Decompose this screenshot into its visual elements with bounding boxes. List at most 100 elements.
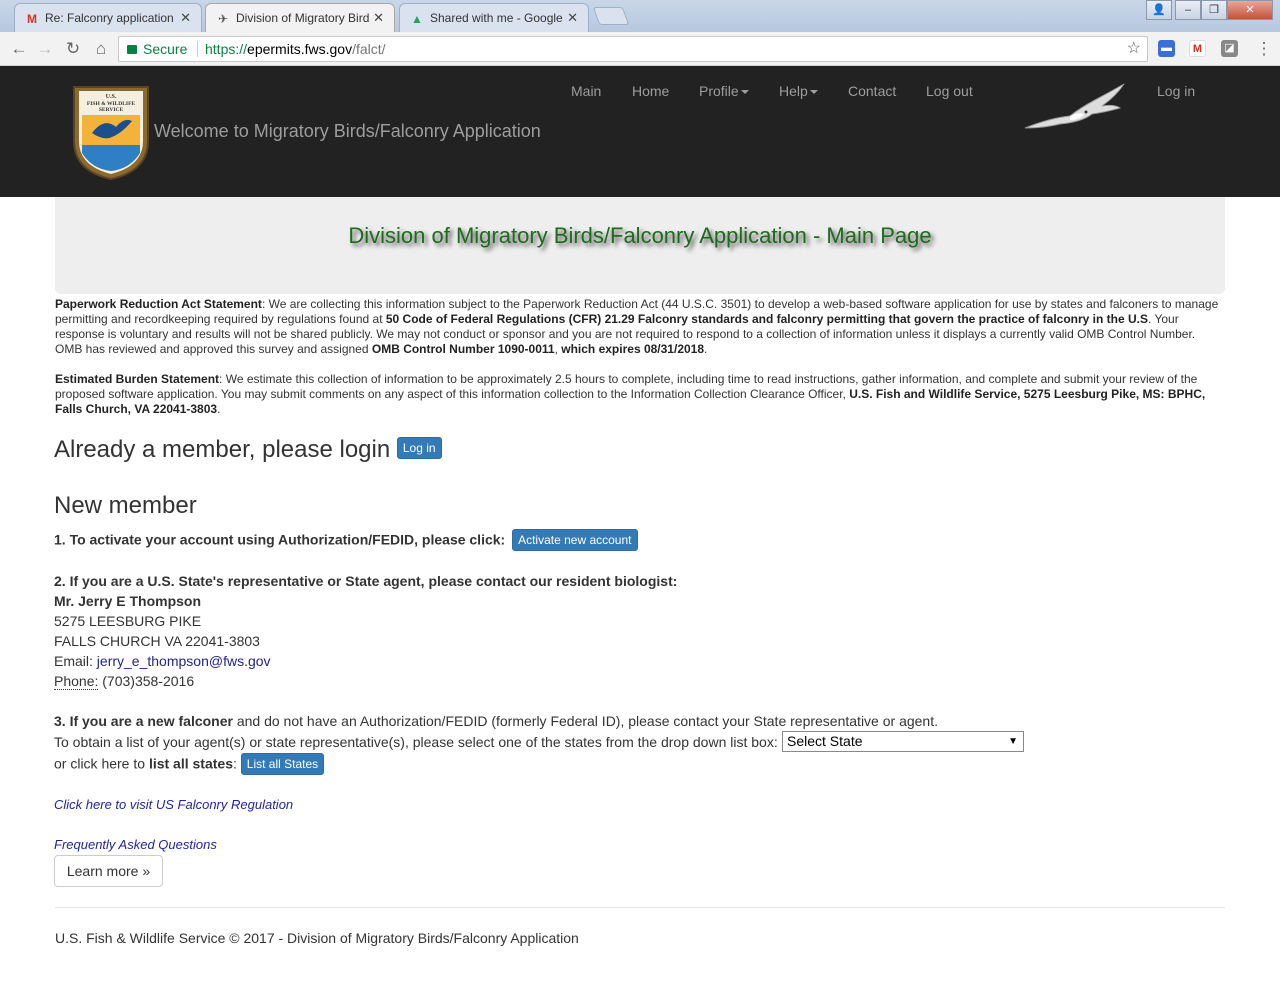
- url-proto: https://: [205, 41, 248, 57]
- new-member-heading: New member: [54, 492, 197, 519]
- page-title: Division of Migratory Birds/Falconry App…: [348, 223, 932, 248]
- secure-indicator[interactable]: Secure: [127, 37, 187, 61]
- close-icon[interactable]: ✕: [567, 10, 578, 26]
- list-all-bold: list all states: [148, 755, 233, 772]
- navbar-brand[interactable]: Welcome to Migratory Birds/Falconry Appl…: [154, 121, 541, 142]
- step-3-bold: 3. If you are a new falconer: [54, 713, 233, 729]
- burden-text: .: [217, 402, 221, 416]
- site-navbar: U.S. FISH & WILDLIFE SERVICE Welcome to …: [0, 66, 1280, 197]
- paperwork-statement: Paperwork Reduction Act Statement: We ar…: [55, 297, 1225, 357]
- url-host: epermits.fws.gov: [247, 41, 353, 57]
- caret-down-icon: [809, 90, 818, 95]
- faq-link[interactable]: Frequently Asked Questions: [54, 837, 217, 852]
- regulation-link[interactable]: Click here to visit US Falconry Regulati…: [54, 797, 293, 812]
- login-section: Already a member, please login Log in: [54, 436, 442, 464]
- step-1-text: 1. To activate your account using Author…: [54, 531, 506, 548]
- learn-more-button[interactable]: Learn more »: [54, 855, 163, 887]
- contact-phone: Phone: (703)358-2016: [54, 673, 195, 690]
- tab-gmail[interactable]: M Re: Falconry application ✕: [14, 3, 202, 32]
- hawk-image: [1024, 83, 1125, 129]
- nav-profile-label: Profile: [699, 83, 739, 99]
- list-all-row: or click here to list all states: List a…: [54, 753, 325, 776]
- forward-arrow-icon[interactable]: →: [34, 38, 56, 60]
- state-select-value: Select State: [787, 733, 863, 749]
- url-text: https://epermits.fws.gov/falct/: [205, 37, 386, 61]
- nav-contact[interactable]: Contact: [848, 83, 896, 99]
- nav-profile-dropdown[interactable]: Profile: [699, 83, 749, 99]
- obtain-text: To obtain a list of your agent(s) or sta…: [54, 734, 778, 750]
- contact-email: Email: jerry_e_thompson@fws.gov: [54, 653, 271, 669]
- tab-title: Re: Falconry application: [45, 11, 174, 25]
- step-3-text: and do not have an Authorization/FEDID (…: [232, 713, 938, 729]
- bookmark-star-icon[interactable]: ☆: [1127, 37, 1141, 61]
- activate-account-button[interactable]: Activate new account: [512, 529, 638, 551]
- close-icon[interactable]: ✕: [180, 10, 191, 26]
- faq-link-row: Frequently Asked Questions: [54, 837, 217, 852]
- url-path: /falct/: [352, 41, 386, 57]
- minimize-button[interactable]: –: [1175, 0, 1201, 20]
- back-arrow-icon[interactable]: ←: [8, 38, 30, 60]
- contact-address-2: FALLS CHURCH VA 22041-3803: [54, 633, 260, 649]
- burden-statement: Estimated Burden Statement: We estimate …: [55, 372, 1225, 417]
- tab-falconry[interactable]: ✈ Division of Migratory Bird ✕: [205, 3, 395, 32]
- address-bar: ← → ↻ ⌂ Secure https://epermits.fws.gov/…: [0, 32, 1280, 66]
- reload-icon[interactable]: ↻: [62, 38, 84, 60]
- contact-name: Mr. Jerry E Thompson: [54, 593, 201, 609]
- regulation-link-row: Click here to visit US Falconry Regulati…: [54, 797, 293, 812]
- extension-icon[interactable]: ◪: [1221, 40, 1238, 57]
- colon: :: [232, 755, 237, 772]
- omb-expiry: which expires 08/31/2018: [561, 342, 705, 356]
- dropdown-arrow-icon: ▼: [1008, 736, 1018, 747]
- browser-tab-bar: M Re: Falconry application ✕ ✈ Division …: [0, 0, 1280, 32]
- step-2: 2. If you are a U.S. State's representat…: [54, 573, 677, 589]
- or-click-text: or click here to: [54, 755, 149, 772]
- email-link[interactable]: jerry_e_thompson@fws.gov: [97, 653, 271, 669]
- window-close-button[interactable]: ✕: [1227, 0, 1273, 20]
- tab-google-drive[interactable]: ▲ Shared with me - Google ✕: [399, 3, 589, 32]
- phone-value: (703)358-2016: [102, 673, 195, 689]
- step-1: 1. To activate your account using Author…: [54, 529, 638, 552]
- phone-label: Phone:: [54, 673, 99, 690]
- contact-name-text: Mr. Jerry E Thompson: [54, 593, 202, 609]
- paperwork-text: .: [704, 342, 708, 356]
- nav-logout[interactable]: Log out: [926, 83, 973, 99]
- nav-help-dropdown[interactable]: Help: [779, 83, 818, 99]
- close-icon[interactable]: ✕: [373, 10, 384, 26]
- tab-title: Division of Migratory Bird: [236, 11, 370, 25]
- email-label: Email:: [54, 653, 93, 669]
- url-input[interactable]: Secure https://epermits.fws.gov/falct/ ☆: [118, 36, 1148, 62]
- nav-login[interactable]: Log in: [1157, 83, 1195, 99]
- lock-icon: [127, 45, 137, 54]
- step-2-text: 2. If you are a U.S. State's representat…: [54, 573, 678, 589]
- nav-main[interactable]: Main: [571, 83, 601, 99]
- hawk-icon: ✈: [217, 12, 229, 26]
- login-button[interactable]: Log in: [396, 436, 442, 459]
- gmail-icon: M: [27, 12, 37, 26]
- burden-label: Estimated Burden Statement: [55, 372, 220, 386]
- secure-label: Secure: [143, 41, 188, 57]
- list-all-states-button[interactable]: List all States: [240, 753, 325, 775]
- paperwork-label: Paperwork Reduction Act Statement: [55, 297, 262, 311]
- new-tab-button[interactable]: [592, 7, 630, 25]
- gmail-extension-icon[interactable]: M: [1189, 40, 1206, 57]
- jumbotron: Division of Migratory Birds/Falconry App…: [55, 197, 1225, 294]
- state-select[interactable]: Select State ▼: [782, 731, 1024, 752]
- caret-down-icon: [740, 90, 749, 95]
- logo-text-line-3: SERVICE: [99, 107, 124, 113]
- user-icon[interactable]: 👤: [1146, 0, 1172, 20]
- home-icon[interactable]: ⌂: [90, 38, 112, 60]
- maximize-button[interactable]: ❐: [1201, 0, 1227, 20]
- fws-logo: U.S. FISH & WILDLIFE SERVICE: [73, 86, 149, 181]
- menu-icon[interactable]: ⋮: [1253, 38, 1275, 60]
- paperwork-cfr: 50 Code of Federal Regulations (CFR) 21.…: [385, 312, 1149, 326]
- tab-title: Shared with me - Google: [430, 11, 563, 25]
- contact-address-1: 5275 LEESBURG PIKE: [54, 613, 202, 629]
- google-drive-icon: ▲: [411, 12, 423, 26]
- omb-number: OMB Control Number 1090-0011: [371, 342, 555, 356]
- step-3: 3. If you are a new falconer and do not …: [54, 713, 938, 729]
- footer-divider: [55, 907, 1225, 908]
- extension-icon[interactable]: ▬: [1158, 40, 1175, 57]
- nav-home[interactable]: Home: [632, 83, 669, 99]
- logo-text-line-1: U.S.: [106, 94, 117, 100]
- footer: U.S. Fish & Wildlife Service © 2017 - Di…: [55, 930, 579, 946]
